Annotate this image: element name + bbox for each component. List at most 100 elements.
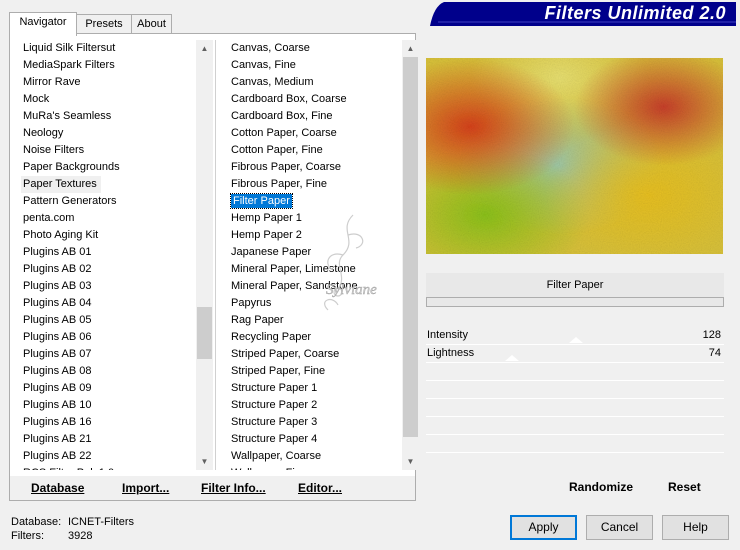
- list-item[interactable]: Cardboard Box, Fine: [229, 108, 403, 125]
- list-item-label: Plugins AB 02: [23, 263, 92, 275]
- slider-empty: [426, 453, 724, 471]
- list-item-label: Structure Paper 4: [231, 433, 318, 445]
- database-button[interactable]: Database: [31, 481, 84, 495]
- list-item[interactable]: Fibrous Paper, Coarse: [229, 159, 403, 176]
- list-item[interactable]: Japanese Paper: [229, 244, 403, 261]
- filter-name-label: Filter Paper: [426, 273, 724, 297]
- list-item[interactable]: Plugins AB 07: [21, 346, 197, 363]
- tab-about-label: About: [137, 18, 166, 30]
- list-item[interactable]: RCS Filter Pak 1.0: [21, 465, 197, 470]
- scroll-up-icon[interactable]: ▲: [402, 40, 419, 57]
- scroll-up-icon[interactable]: ▲: [196, 40, 213, 57]
- tab-navigator[interactable]: Navigator: [9, 12, 77, 36]
- list-item[interactable]: Plugins AB 08: [21, 363, 197, 380]
- list-item-label: Wallpaper, Fine: [231, 467, 307, 470]
- list-item[interactable]: Cardboard Box, Coarse: [229, 91, 403, 108]
- list-item[interactable]: Striped Paper, Fine: [229, 363, 403, 380]
- list-item[interactable]: Wallpaper, Coarse: [229, 448, 403, 465]
- list-item-label: Plugins AB 16: [23, 416, 92, 428]
- list-item-label: Wallpaper, Coarse: [231, 450, 322, 462]
- list-item-label: Striped Paper, Fine: [231, 365, 326, 377]
- list-item[interactable]: Recycling Paper: [229, 329, 403, 346]
- list-item-label: Photo Aging Kit: [23, 229, 99, 241]
- list-item[interactable]: Filter Paper: [229, 193, 403, 210]
- tab-about[interactable]: About: [131, 14, 172, 34]
- category-list[interactable]: Liquid Silk Filtersut MediaSpark Filters M…: [21, 40, 197, 470]
- slider-lightness[interactable]: Lightness 74: [426, 345, 724, 363]
- category-scroll-thumb[interactable]: [197, 307, 212, 359]
- list-item-label: Plugins AB 04: [23, 297, 92, 309]
- list-item[interactable]: Canvas, Fine: [229, 57, 403, 74]
- list-item-label: Plugins AB 22: [23, 450, 92, 462]
- editor-button[interactable]: Editor...: [298, 481, 342, 495]
- list-item[interactable]: Mock: [21, 91, 197, 108]
- list-item[interactable]: Mineral Paper, Limestone: [229, 261, 403, 278]
- list-item[interactable]: Plugins AB 03: [21, 278, 197, 295]
- scroll-down-icon[interactable]: ▼: [402, 453, 419, 470]
- list-item[interactable]: Plugins AB 01: [21, 244, 197, 261]
- help-button[interactable]: Help: [662, 515, 729, 540]
- title-banner: Filters Unlimited 2.0: [430, 2, 736, 26]
- list-item[interactable]: Noise Filters: [21, 142, 197, 159]
- database-label: Database:: [11, 516, 62, 528]
- list-item[interactable]: Plugins AB 22: [21, 448, 197, 465]
- list-item[interactable]: Plugins AB 09: [21, 380, 197, 397]
- filter-list[interactable]: Canvas, Coarse Canvas, Fine Canvas, Medium…: [229, 40, 403, 470]
- list-item[interactable]: Plugins AB 06: [21, 329, 197, 346]
- list-item[interactable]: Fibrous Paper, Fine: [229, 176, 403, 193]
- list-item-label: Recycling Paper: [231, 331, 312, 343]
- category-scrollbar[interactable]: ▲ ▼: [196, 40, 213, 470]
- list-item[interactable]: Structure Paper 4: [229, 431, 403, 448]
- navigator-toolbar: Database Import... Filter Info... Editor…: [10, 476, 415, 500]
- list-item[interactable]: MediaSpark Filters: [21, 57, 197, 74]
- slider-label: Lightness: [427, 347, 475, 359]
- list-item[interactable]: Canvas, Medium: [229, 74, 403, 91]
- list-item[interactable]: Paper Textures: [21, 176, 101, 193]
- filter-info-button[interactable]: Filter Info...: [201, 481, 266, 495]
- list-item[interactable]: Papyrus: [229, 295, 403, 312]
- filters-label: Filters:: [11, 530, 44, 542]
- filter-scroll-thumb[interactable]: [403, 57, 418, 437]
- list-item-label: Rag Paper: [231, 314, 284, 326]
- list-item[interactable]: Cotton Paper, Fine: [229, 142, 403, 159]
- scroll-down-icon[interactable]: ▼: [196, 453, 213, 470]
- list-item[interactable]: Plugins AB 02: [21, 261, 197, 278]
- list-item[interactable]: Canvas, Coarse: [229, 40, 403, 57]
- list-item[interactable]: Striped Paper, Coarse: [229, 346, 403, 363]
- list-item[interactable]: penta.com: [21, 210, 197, 227]
- list-item[interactable]: Rag Paper: [229, 312, 403, 329]
- list-item[interactable]: Plugins AB 16: [21, 414, 197, 431]
- list-item[interactable]: Structure Paper 2: [229, 397, 403, 414]
- list-item[interactable]: Hemp Paper 1: [229, 210, 403, 227]
- list-item[interactable]: Plugins AB 05: [21, 312, 197, 329]
- list-item-label: RCS Filter Pak 1.0: [23, 467, 114, 470]
- import-button[interactable]: Import...: [122, 481, 169, 495]
- list-item[interactable]: Wallpaper, Fine: [229, 465, 403, 470]
- list-item[interactable]: Hemp Paper 2: [229, 227, 403, 244]
- filter-scrollbar[interactable]: ▲ ▼: [402, 40, 419, 470]
- filters-value: 3928: [68, 530, 93, 542]
- slider-intensity[interactable]: Intensity 128: [426, 327, 724, 345]
- tab-presets[interactable]: Presets: [76, 14, 132, 34]
- list-item[interactable]: Pattern Generators: [21, 193, 197, 210]
- list-item[interactable]: Plugins AB 21: [21, 431, 197, 448]
- list-item[interactable]: Photo Aging Kit: [21, 227, 197, 244]
- list-item-label: Structure Paper 2: [231, 399, 318, 411]
- list-item[interactable]: Plugins AB 10: [21, 397, 197, 414]
- list-item[interactable]: Plugins AB 04: [21, 295, 197, 312]
- apply-button[interactable]: Apply: [510, 515, 577, 540]
- list-item[interactable]: Mirror Rave: [21, 74, 197, 91]
- list-item[interactable]: Mineral Paper, Sandstone: [229, 278, 403, 295]
- randomize-button[interactable]: Randomize: [569, 480, 633, 494]
- slider-marker-intensity: [568, 337, 583, 343]
- cancel-button[interactable]: Cancel: [586, 515, 653, 540]
- list-item[interactable]: Structure Paper 3: [229, 414, 403, 431]
- list-item[interactable]: Structure Paper 1: [229, 380, 403, 397]
- list-item[interactable]: Neology: [21, 125, 197, 142]
- list-item[interactable]: Cotton Paper, Coarse: [229, 125, 403, 142]
- slider-value: 74: [708, 347, 721, 359]
- list-item[interactable]: MuRa's Seamless: [21, 108, 197, 125]
- reset-button[interactable]: Reset: [668, 480, 701, 494]
- list-item[interactable]: Paper Backgrounds: [21, 159, 197, 176]
- list-item[interactable]: Liquid Silk Filtersut: [21, 40, 197, 57]
